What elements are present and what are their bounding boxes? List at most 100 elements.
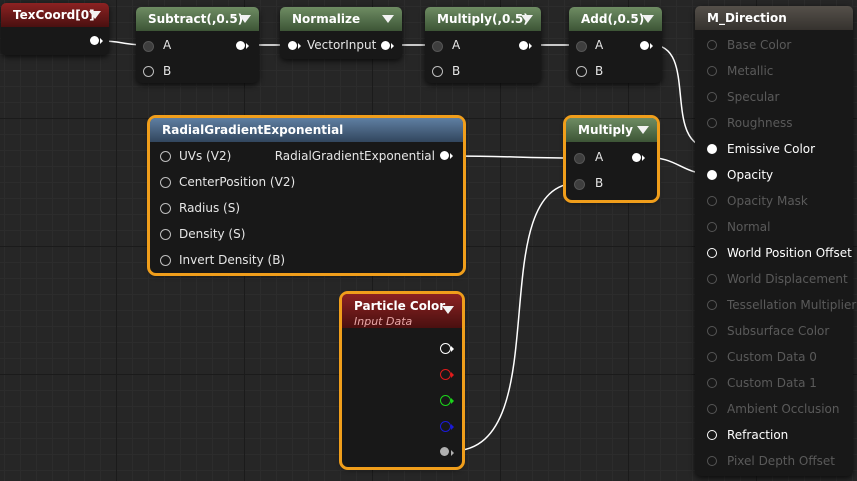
normalize-node[interactable]: Normalize VectorInput <box>280 7 402 59</box>
multiply-header[interactable]: Multiply <box>566 118 657 142</box>
texcoord-output-pin[interactable] <box>90 36 99 45</box>
chevron-down-icon[interactable] <box>239 15 251 23</box>
add-input-b-label: B <box>595 64 604 78</box>
particle-r-output-pin[interactable] <box>440 369 451 380</box>
normalize-input-pin[interactable] <box>288 41 297 50</box>
particle-color-node[interactable]: Particle Color Input Data <box>339 291 465 470</box>
material-pin-dot[interactable] <box>707 144 717 154</box>
radial-invert-density-pin[interactable] <box>160 255 171 266</box>
chevron-down-icon[interactable] <box>89 11 101 19</box>
radial-radius-label: Radius (S) <box>179 201 241 215</box>
particle-color-title: Particle Color <box>354 299 446 313</box>
material-pin-dot[interactable] <box>707 118 717 128</box>
material-pin-label: Specular <box>727 90 780 104</box>
particle-a-output-pin[interactable] <box>440 447 449 456</box>
multiply-half-title: Multiply(,0.5) <box>437 12 529 26</box>
material-pin-dot[interactable] <box>707 66 717 76</box>
material-pin-dot[interactable] <box>707 248 717 258</box>
add-header[interactable]: Add(,0.5) <box>569 7 662 31</box>
multiply-output-pin[interactable] <box>632 153 641 162</box>
subtract-header[interactable]: Subtract(,0.5) <box>136 7 259 31</box>
multiply-half-input-b-pin[interactable] <box>432 66 443 77</box>
radial-uvs-pin[interactable] <box>160 151 171 162</box>
material-pin-label: Tessellation Multiplier <box>727 298 857 312</box>
particle-color-subtitle: Input Data <box>354 315 413 328</box>
radial-output-pin[interactable] <box>440 151 449 160</box>
chevron-down-icon[interactable] <box>637 126 649 134</box>
material-pin-label: World Position Offset <box>727 246 852 260</box>
pin-arrow-icon <box>451 450 454 456</box>
subtract-title: Subtract(,0.5) <box>148 12 244 26</box>
material-pin-dot[interactable] <box>707 352 717 362</box>
radial-gradient-header[interactable]: RadialGradientExponential <box>150 118 463 142</box>
pin-arrow-icon <box>451 346 454 352</box>
radial-density-label: Density (S) <box>179 227 246 241</box>
radial-gradient-node[interactable]: RadialGradientExponential UVs (V2) Cente… <box>147 115 466 276</box>
subtract-input-b-pin[interactable] <box>143 66 154 77</box>
add-input-b-pin[interactable] <box>576 66 587 77</box>
material-pin-dot[interactable] <box>707 456 717 466</box>
subtract-input-a-label: A <box>163 38 172 52</box>
chevron-down-icon[interactable] <box>442 306 454 314</box>
subtract-output-pin[interactable] <box>236 41 245 50</box>
material-pin-dot[interactable] <box>707 404 717 414</box>
multiply-node[interactable]: Multiply A B <box>563 115 660 203</box>
particle-color-header[interactable]: Particle Color Input Data <box>342 294 462 328</box>
radial-invert-density-label: Invert Density (B) <box>179 253 286 267</box>
add-output-pin[interactable] <box>640 41 649 50</box>
radial-radius-pin[interactable] <box>160 203 171 214</box>
add-node[interactable]: Add(,0.5) A B <box>569 7 662 83</box>
texcoord-header[interactable]: TexCoord[0] <box>1 3 109 27</box>
material-pin-dot[interactable] <box>707 430 717 440</box>
pin-arrow-icon <box>246 43 249 49</box>
material-pin-dot[interactable] <box>707 170 717 180</box>
material-header[interactable]: M_Direction <box>695 6 853 30</box>
material-pin-dot[interactable] <box>707 196 717 206</box>
normalize-title: Normalize <box>292 12 361 26</box>
radial-centerposition-pin[interactable] <box>160 177 171 188</box>
texcoord-node[interactable]: TexCoord[0] <box>1 3 109 55</box>
material-result-node[interactable]: M_Direction Base Color Metallic Specular Ro… <box>695 6 857 476</box>
multiply-half-input-a-label: A <box>452 38 461 52</box>
material-pin-label: Opacity Mask <box>727 194 808 208</box>
material-pin-label: Roughness <box>727 116 793 130</box>
pin-arrow-icon <box>298 43 301 49</box>
multiply-half-header[interactable]: Multiply(,0.5) <box>425 7 541 31</box>
subtract-input-b-label: B <box>163 64 172 78</box>
material-pin-label: Pixel Depth Offset <box>727 454 835 468</box>
material-pin-dot[interactable] <box>707 92 717 102</box>
chevron-down-icon[interactable] <box>382 15 394 23</box>
normalize-header[interactable]: Normalize <box>280 7 402 31</box>
particle-b-output-pin[interactable] <box>440 421 451 432</box>
particle-rgb-output-pin[interactable] <box>440 343 451 354</box>
material-pin-dot[interactable] <box>707 274 717 284</box>
subtract-input-a-pin[interactable] <box>143 41 154 52</box>
material-pin-label: Ambient Occlusion <box>727 402 840 416</box>
material-pin-label: Custom Data 1 <box>727 376 817 390</box>
multiply-half-node[interactable]: Multiply(,0.5) A B <box>425 7 541 83</box>
material-pin-dot[interactable] <box>707 300 717 310</box>
multiply-input-b-pin[interactable] <box>574 179 585 190</box>
material-pin-dot[interactable] <box>707 378 717 388</box>
radial-density-pin[interactable] <box>160 229 171 240</box>
multiply-half-input-a-pin[interactable] <box>432 41 443 52</box>
material-pin-label: Subsurface Color <box>727 324 830 338</box>
radial-gradient-title: RadialGradientExponential <box>162 123 344 137</box>
material-pin-dot[interactable] <box>707 326 717 336</box>
multiply-input-a-label: A <box>595 150 604 164</box>
chevron-down-icon[interactable] <box>642 15 654 23</box>
particle-g-output-pin[interactable] <box>440 395 451 406</box>
multiply-input-a-pin[interactable] <box>574 153 585 164</box>
pin-arrow-icon <box>642 155 645 161</box>
material-pin-dot[interactable] <box>707 40 717 50</box>
pin-arrow-icon <box>391 43 394 49</box>
normalize-output-pin[interactable] <box>381 41 390 50</box>
add-title: Add(,0.5) <box>581 12 645 26</box>
multiply-half-output-pin[interactable] <box>519 41 528 50</box>
pin-arrow-icon <box>450 153 453 159</box>
pin-arrow-icon <box>100 38 103 44</box>
subtract-node[interactable]: Subtract(,0.5) A B <box>136 7 259 83</box>
chevron-down-icon[interactable] <box>521 15 533 23</box>
add-input-a-pin[interactable] <box>576 41 587 52</box>
material-pin-dot[interactable] <box>707 222 717 232</box>
